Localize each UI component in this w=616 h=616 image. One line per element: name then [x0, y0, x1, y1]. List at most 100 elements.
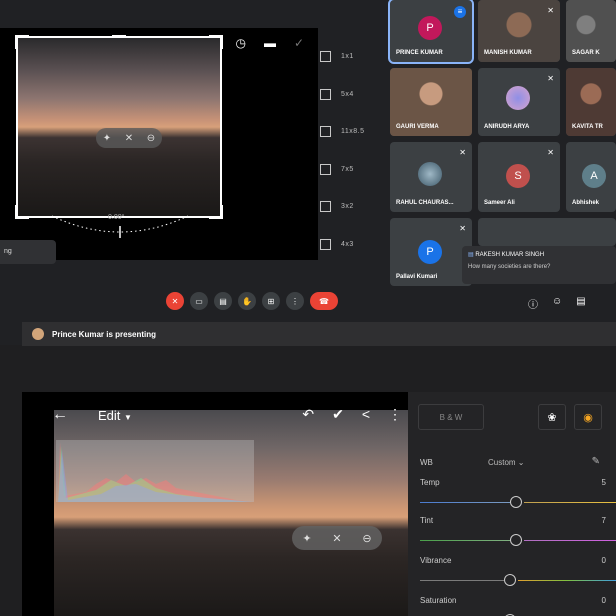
hand-icon: ✋	[242, 296, 252, 306]
people-icon[interactable]: ☺	[552, 296, 562, 311]
more-options-button[interactable]: ⋮	[286, 292, 304, 310]
checkbox[interactable]	[320, 201, 331, 213]
presets-button[interactable]: ❀	[538, 404, 566, 430]
mute-icon[interactable]: ✕	[332, 532, 341, 545]
checkbox[interactable]	[320, 51, 331, 63]
crop-frame[interactable]	[15, 35, 223, 219]
slider-value: 0	[601, 556, 606, 565]
aspect-option[interactable]: 3x2	[320, 188, 386, 226]
aspect-label: 5x4	[341, 90, 354, 98]
done-check-icon[interactable]: ✔	[332, 406, 344, 423]
more-vert-icon[interactable]: ⋮	[388, 406, 402, 423]
aspect-label: 3x2	[341, 203, 354, 211]
participant-tile[interactable]: ✕ RAHUL CHAURAS...	[390, 142, 472, 212]
raise-hand-button[interactable]: ✋	[238, 292, 256, 310]
camera-icon: ▭	[195, 296, 203, 306]
color-button[interactable]: ◉	[574, 404, 602, 430]
slider-thumb[interactable]	[510, 496, 522, 508]
chat-notification[interactable]: ▤ RAKESH KUMAR SINGH How many societies …	[462, 246, 616, 284]
edit-menu[interactable]: Edit ▼	[98, 408, 132, 423]
checkbox[interactable]	[320, 126, 331, 138]
participant-tile[interactable]: P ≡ PRINCE KUMAR	[388, 0, 474, 64]
participant-name: SAGAR K	[572, 50, 600, 56]
temp-slider[interactable]: Temp 5	[420, 478, 616, 518]
participant-tile[interactable]: A Abhishek	[566, 142, 616, 212]
participant-tile[interactable]: ✕ ANIRUDH ARYA	[478, 68, 560, 136]
avatar: P	[418, 16, 442, 40]
histogram	[56, 440, 254, 502]
back-arrow-icon[interactable]: ←	[52, 406, 68, 424]
mic-toggle-button[interactable]: ✕	[166, 292, 184, 310]
participant-name: GAURI VERMA	[396, 124, 439, 130]
captions-button[interactable]: ▤	[214, 292, 232, 310]
presets-icon: ❀	[547, 411, 557, 424]
checkbox[interactable]	[320, 88, 331, 100]
slider-label: Tint	[420, 516, 434, 525]
slider-thumb[interactable]	[504, 574, 516, 586]
aspect-option[interactable]: 11x8.5	[320, 113, 386, 151]
participant-name: KAVITA TR	[572, 124, 603, 130]
chat-icon[interactable]: ▤	[576, 296, 585, 311]
undo-icon[interactable]: ↶	[302, 406, 314, 423]
camera-button[interactable]: ▭	[190, 292, 208, 310]
chat-sender-name: RAKESH KUMAR SINGH	[475, 252, 545, 258]
mic-off-icon: ✕	[459, 148, 466, 157]
timer-icon[interactable]: ◷	[235, 36, 245, 50]
avatar	[32, 328, 44, 340]
slider-thumb[interactable]	[510, 534, 522, 546]
avatar: A	[582, 164, 606, 188]
participant-name: PRINCE KUMAR	[396, 50, 443, 56]
participant-name: RAHUL CHAURAS...	[396, 200, 454, 206]
participant-tile[interactable]: GAURI VERMA	[390, 68, 472, 136]
pin-icon[interactable]: ✦	[302, 532, 311, 545]
chevron-down-icon: ⌄	[517, 458, 525, 467]
vibrance-slider[interactable]: Vibrance 0	[420, 556, 616, 596]
participant-tile[interactable]: P ✕ Pallavi Kumari	[390, 218, 472, 286]
info-icon[interactable]: ⓘ	[528, 296, 538, 311]
participant-tile[interactable]: S ✕ Sameer Ali	[478, 142, 560, 212]
remove-icon[interactable]: ⊖	[362, 532, 371, 545]
pin-icon[interactable]: ✦	[103, 133, 111, 144]
eyedropper-icon[interactable]: ✎	[592, 456, 600, 467]
participant-tile[interactable]	[478, 218, 616, 246]
wb-value: Custom	[488, 458, 516, 467]
saturation-slider[interactable]: Saturation 0	[420, 596, 616, 616]
side-controls: ⓘ ☺ ▤	[528, 296, 586, 311]
mute-icon[interactable]: ✕	[125, 133, 133, 144]
present-button[interactable]: ⊞	[262, 292, 280, 310]
tint-slider[interactable]: Tint 7	[420, 516, 616, 556]
side-chip[interactable]: ng	[0, 240, 56, 264]
aspect-option[interactable]: 7x5	[320, 151, 386, 189]
participant-tile[interactable]: KAVITA TR	[566, 68, 616, 136]
mic-off-icon: ✕	[171, 296, 179, 306]
aspect-option[interactable]: 5x4	[320, 76, 386, 114]
participant-tile[interactable]: ✕ MANISH KUMAR	[478, 0, 560, 62]
wb-dropdown[interactable]: Custom ⌄	[488, 458, 525, 467]
aspect-option[interactable]: 1x1	[320, 38, 386, 76]
end-call-button[interactable]: ☎	[310, 292, 338, 310]
mic-off-icon: ✕	[547, 6, 554, 15]
done-check-icon[interactable]: ✓	[294, 36, 304, 50]
editor-toolbar: ← Edit ▼ ↶ ✔ < ⋮	[22, 400, 408, 434]
checkbox[interactable]	[320, 163, 331, 175]
avatar: P	[418, 240, 442, 264]
participant-tile[interactable]: SAGAR K	[566, 0, 616, 62]
aspect-icon[interactable]: ▬	[264, 36, 276, 50]
mic-off-icon: ✕	[547, 74, 554, 83]
participant-name: Abhishek	[572, 200, 600, 206]
crop-toolbar: ◷ ▬ ✓	[235, 36, 304, 50]
call-controls: ✕ ▭ ▤ ✋ ⊞ ⋮ ☎	[166, 292, 338, 310]
share-icon[interactable]: <	[362, 406, 370, 423]
aspect-label: 1x1	[341, 53, 354, 61]
avatar	[506, 86, 530, 110]
edit-title: Edit	[98, 408, 121, 423]
checkbox[interactable]	[320, 238, 331, 250]
bw-button[interactable]: B & W	[418, 404, 484, 430]
more-vert-icon: ⋮	[291, 296, 299, 306]
aspect-option[interactable]: 4x3	[320, 226, 386, 264]
presenting-banner: Prince Kumar is presenting	[22, 322, 616, 346]
participant-name: ANIRUDH ARYA	[484, 124, 530, 130]
remove-icon[interactable]: ⊖	[147, 133, 155, 144]
mic-off-icon: ✕	[547, 148, 554, 157]
chat-message: How many societies are there?	[468, 264, 551, 270]
